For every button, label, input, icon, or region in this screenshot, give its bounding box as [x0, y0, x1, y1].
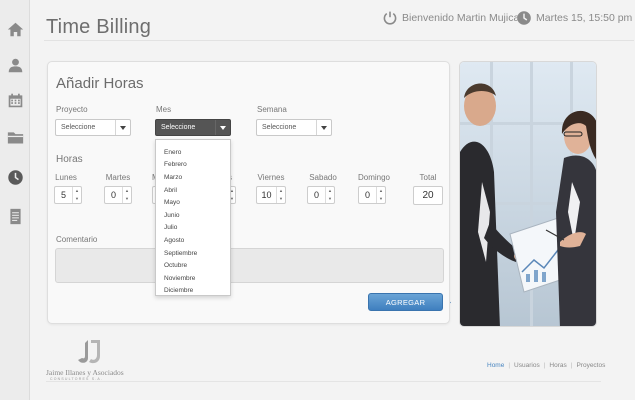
month-option-febrero[interactable]: Febrero [156, 159, 230, 172]
add-button[interactable]: AGREGAR [368, 293, 443, 311]
add-hours-panel: Añadir Horas Proyecto Seleccione Mes Sel… [47, 61, 450, 324]
header-divider [44, 40, 634, 41]
proyecto-label: Proyecto [56, 105, 88, 114]
mes-dropdown-menu: Enero Febrero Marzo Abril Mayo Junio Jul… [155, 139, 231, 296]
month-option-agosto[interactable]: Agosto [156, 234, 230, 247]
month-option-diciembre[interactable]: Diciembre [156, 285, 230, 298]
power-icon [383, 11, 397, 25]
month-option-septiembre[interactable]: Septiembre [156, 247, 230, 260]
month-option-mayo[interactable]: Mayo [156, 196, 230, 209]
step-up-icon[interactable]: ▲ [123, 187, 131, 195]
hours-stepper-domingo[interactable]: 0 ▲ ▼ [358, 186, 386, 204]
month-option-junio[interactable]: Junio [156, 209, 230, 222]
step-up-icon[interactable]: ▲ [277, 187, 285, 195]
step-down-icon[interactable]: ▼ [73, 195, 81, 203]
day-label-lunes: Lunes [55, 173, 77, 182]
chevron-down-icon [115, 120, 130, 135]
datetime-text: Martes 15, 15:50 pm [536, 12, 633, 24]
comment-label: Comentario [56, 235, 98, 244]
footer-separator: | [543, 362, 546, 369]
footer-link-usuarios[interactable]: Usuarios [514, 362, 540, 369]
sidebar [0, 0, 30, 400]
footer-link-proyectos[interactable]: Proyectos [576, 362, 605, 369]
mes-label: Mes [156, 105, 172, 114]
welcome-text: Bienvenido Martin Mujica [402, 12, 520, 24]
step-up-icon[interactable]: ▲ [73, 187, 81, 195]
hours-stepper-martes[interactable]: 0 ▲ ▼ [104, 186, 132, 204]
clock-small-icon [517, 11, 531, 25]
horas-title: Horas [56, 154, 83, 165]
footer-separator: | [508, 362, 511, 369]
footer-divider [46, 381, 601, 382]
logo-name: Jaime Illanes y Asociados [46, 368, 124, 377]
total-value: 20 [413, 186, 443, 205]
month-option-enero[interactable]: Enero [156, 146, 230, 159]
proyecto-select[interactable]: Seleccione [55, 119, 131, 136]
footer-link-horas[interactable]: Horas [549, 362, 566, 369]
folder-icon[interactable] [6, 128, 24, 146]
chevron-down-icon [215, 120, 230, 135]
datetime: Martes 15, 15:50 pm [516, 10, 632, 26]
step-down-icon[interactable]: ▼ [277, 195, 285, 203]
home-icon[interactable] [6, 20, 24, 38]
hours-stepper-viernes[interactable]: 10 ▲ ▼ [256, 186, 286, 204]
step-up-icon[interactable]: ▲ [377, 187, 385, 195]
month-option-octubre[interactable]: Octubre [156, 259, 230, 272]
semana-label: Semana [257, 105, 287, 114]
footer-nav: Home | Usuarios | Horas | Proyectos [487, 362, 605, 369]
calendar-icon[interactable] [6, 91, 24, 109]
company-logo[interactable]: Jaime Illanes y Asociados CONSULTORES S.… [46, 340, 142, 382]
day-label-viernes: Viernes [257, 173, 285, 182]
month-option-abril[interactable]: Abril [156, 184, 230, 197]
panel-title: Añadir Horas [56, 75, 144, 92]
step-down-icon[interactable]: ▼ [123, 195, 131, 203]
month-option-noviembre[interactable]: Noviembre [156, 272, 230, 285]
header: Time Billing Bienvenido Martin Mujica Ma… [30, 0, 635, 42]
semana-select[interactable]: Seleccione [256, 119, 332, 136]
day-label-sabado: Sabado [309, 173, 337, 182]
footer-link-home[interactable]: Home [487, 362, 504, 369]
total-label: Total [419, 173, 437, 182]
step-up-icon[interactable]: ▲ [326, 187, 334, 195]
hours-stepper-sabado[interactable]: 0 ▲ ▼ [307, 186, 335, 204]
logo-mark-icon [78, 340, 100, 364]
month-option-marzo[interactable]: Marzo [156, 171, 230, 184]
day-label-domingo: Domingo [357, 173, 390, 182]
chevron-down-icon [316, 120, 331, 135]
comment-textarea[interactable] [55, 248, 444, 283]
app-title: Time Billing [46, 16, 152, 38]
mes-select[interactable]: Seleccione [155, 119, 231, 136]
step-down-icon[interactable]: ▼ [377, 195, 385, 203]
hours-stepper-lunes[interactable]: 5 ▲ ▼ [54, 186, 82, 204]
step-down-icon[interactable]: ▼ [326, 195, 334, 203]
month-option-julio[interactable]: Julio [156, 222, 230, 235]
user-icon[interactable] [6, 56, 24, 74]
business-photo [459, 61, 597, 327]
clock-icon[interactable] [6, 168, 24, 186]
user-welcome[interactable]: Bienvenido Martin Mujica [382, 10, 519, 26]
footer-separator: | [570, 362, 573, 369]
day-label-martes: Martes [105, 173, 131, 182]
document-icon[interactable] [6, 207, 24, 225]
